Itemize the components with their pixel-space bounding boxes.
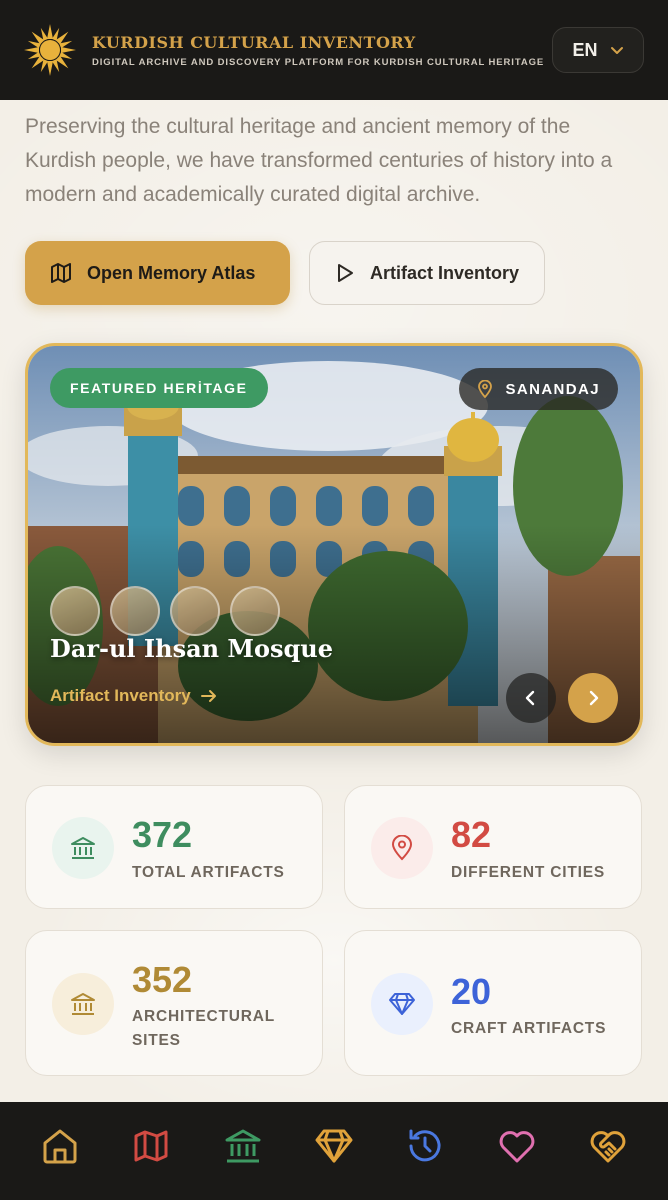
nav-home[interactable] — [36, 1122, 84, 1170]
featured-inventory-link[interactable]: Artifact Inventory — [50, 686, 217, 706]
stat-label: ARCHITECTURAL SITES — [132, 1008, 275, 1049]
stat-value: 352 — [132, 959, 193, 1000]
app-title: KURDISH CULTURAL INVENTORY — [92, 32, 416, 52]
thumbnail[interactable] — [230, 586, 280, 636]
artifact-inventory-button[interactable]: Artifact Inventory — [309, 241, 545, 305]
arrow-right-icon — [200, 690, 216, 702]
heart-handshake-icon — [590, 1131, 626, 1163]
heart-icon — [499, 1131, 535, 1163]
nav-map[interactable] — [127, 1122, 175, 1170]
stat-icon-wrap — [371, 817, 433, 879]
chevron-right-icon — [589, 690, 599, 706]
stat-label: CRAFT ARTIFACTS — [451, 1020, 607, 1037]
stat-card-craft-artifacts[interactable]: 20 CRAFT ARTIFACTS — [344, 930, 642, 1076]
open-memory-atlas-button[interactable]: Open Memory Atlas — [25, 241, 290, 305]
location-pin-icon — [478, 380, 493, 398]
nav-favorites[interactable] — [493, 1122, 541, 1170]
bottom-navigation — [0, 1102, 668, 1200]
nav-crafts[interactable] — [310, 1122, 358, 1170]
location-pin-icon — [391, 835, 413, 861]
featured-link-label: Artifact Inventory — [50, 686, 191, 705]
carousel-next-button[interactable] — [568, 673, 618, 723]
sun-emblem-icon[interactable] — [24, 24, 76, 76]
chevron-down-icon — [610, 47, 623, 54]
stat-icon-wrap — [52, 817, 114, 879]
diamond-icon — [315, 1129, 353, 1163]
app-subtitle: DIGITAL ARCHIVE AND DISCOVERY PLATFORM F… — [92, 56, 545, 68]
history-icon — [409, 1129, 441, 1162]
featured-badge: FEATURED HERİTAGE — [50, 368, 268, 408]
play-icon — [338, 264, 353, 282]
brand: KURDISH CULTURAL INVENTORY DIGITAL ARCHI… — [92, 33, 546, 68]
featured-title: Dar-ul Ihsan Mosque — [50, 634, 334, 663]
nav-history[interactable] — [401, 1122, 449, 1170]
thumbnail[interactable] — [50, 586, 100, 636]
thumbnail-strip — [50, 586, 280, 636]
city-name: SANANDAJ — [505, 380, 600, 398]
app-header: KURDISH CULTURAL INVENTORY DIGITAL ARCHI… — [0, 0, 668, 100]
nav-support[interactable] — [584, 1122, 632, 1170]
carousel-prev-button[interactable] — [506, 673, 556, 723]
chevron-left-icon — [525, 690, 535, 706]
stat-card-architectural-sites[interactable]: 352 ARCHITECTURAL SITES — [25, 930, 323, 1076]
stat-value: 82 — [451, 814, 492, 855]
diamond-icon — [389, 993, 415, 1015]
artifact-inventory-label: Artifact Inventory — [370, 262, 520, 283]
featured-heritage-card[interactable]: FEATURED HERİTAGE SANANDAJ Dar-ul Ihsan … — [25, 343, 643, 746]
stat-label: DIFFERENT CITIES — [451, 864, 606, 881]
stat-value: 20 — [451, 971, 492, 1012]
language-code: EN — [572, 39, 598, 60]
stat-card-different-cities[interactable]: 82 DIFFERENT CITIES — [344, 785, 642, 909]
thumbnail[interactable] — [110, 586, 160, 636]
stat-value: 372 — [132, 814, 193, 855]
nav-museum[interactable] — [219, 1122, 267, 1170]
stat-icon-wrap — [52, 973, 114, 1035]
home-icon — [43, 1129, 77, 1164]
open-memory-atlas-label: Open Memory Atlas — [87, 262, 256, 283]
stat-card-total-artifacts[interactable]: 372 TOTAL ARTIFACTS — [25, 785, 323, 909]
map-icon — [51, 263, 71, 283]
map-icon — [134, 1130, 168, 1162]
stat-icon-wrap — [371, 973, 433, 1035]
museum-icon — [71, 993, 95, 1015]
museum-icon — [225, 1129, 261, 1163]
city-badge[interactable]: SANANDAJ — [459, 368, 618, 410]
action-buttons: Open Memory Atlas Artifact Inventory — [25, 241, 545, 305]
thumbnail[interactable] — [170, 586, 220, 636]
language-selector[interactable]: EN — [552, 27, 644, 73]
stat-label: TOTAL ARTIFACTS — [132, 864, 285, 881]
museum-icon — [71, 837, 95, 859]
intro-text: Preserving the cultural heritage and anc… — [25, 115, 613, 206]
